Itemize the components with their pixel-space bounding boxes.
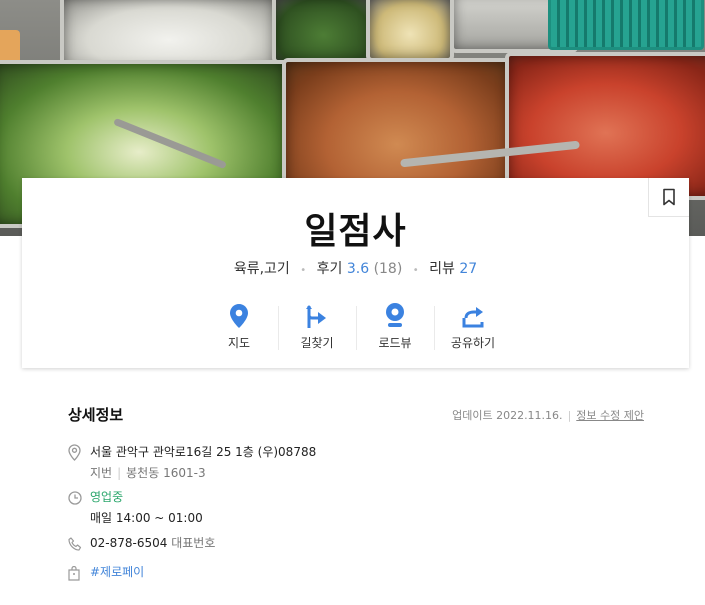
directions-icon xyxy=(306,305,326,328)
roadview-label: 로드뷰 xyxy=(378,336,412,350)
update-date: 업데이트 2022.11.16. xyxy=(452,409,563,422)
phone-label: 대표번호 xyxy=(171,536,216,550)
jibun-text: 봉천동 1601-3 xyxy=(126,466,206,480)
clock-icon xyxy=(68,491,82,505)
blog-review-label: 리뷰 xyxy=(429,261,455,277)
separator: | xyxy=(567,409,572,422)
map-label: 지도 xyxy=(227,336,251,350)
blog-review-count[interactable]: 27 xyxy=(459,261,477,277)
jibun-address: 지번 | 봉천동 1601-3 xyxy=(90,463,316,484)
rating-value[interactable]: 3.6 xyxy=(347,261,369,277)
open-status: 영업중 xyxy=(90,490,124,504)
update-info: 업데이트 2022.11.16. | 정보 수정 제안 xyxy=(452,407,644,423)
place-meta: 육류,고기 • 후기 3.6 (18) • 리뷰 27 xyxy=(22,258,689,278)
phone-number[interactable]: 02-878-6504 xyxy=(90,536,167,550)
roadview-icon xyxy=(386,303,404,327)
photo-tray xyxy=(366,0,454,62)
address-text[interactable]: 서울 관악구 관악로16길 25 1층 (우)08788 xyxy=(90,442,316,463)
place-summary-card: 일점사 육류,고기 • 후기 3.6 (18) • 리뷰 27 지도 길찾기 로… xyxy=(22,178,689,368)
map-button[interactable]: 지도 xyxy=(200,300,278,350)
share-icon xyxy=(462,307,484,328)
photo-tray xyxy=(272,0,375,64)
separator-dot: • xyxy=(300,265,307,276)
payment-row: #제로페이 xyxy=(68,562,144,585)
photo-basket xyxy=(548,0,704,50)
place-name: 일점사 xyxy=(304,211,407,252)
separator: | xyxy=(117,466,122,480)
detail-section: 상세정보 업데이트 2022.11.16. | 정보 수정 제안 서울 관악구 관악… xyxy=(68,404,648,581)
phone-icon xyxy=(68,537,82,551)
phone-row: 02-878-6504 대표번호 xyxy=(68,533,215,555)
place-category: 육류,고기 xyxy=(233,261,290,277)
rating-count: (18) xyxy=(373,261,403,277)
hours-row: 영업중 매일 14:00 ~ 01:00 xyxy=(68,487,203,529)
review-label: 후기 xyxy=(316,261,343,277)
zeropay-tag[interactable]: #제로페이 xyxy=(90,565,144,579)
share-button[interactable]: 공유하기 xyxy=(434,300,512,350)
separator-dot: • xyxy=(412,265,419,276)
map-pin-icon xyxy=(230,304,248,328)
tag-icon xyxy=(68,565,80,581)
address-row: 서울 관악구 관악로16길 25 1층 (우)08788 지번 | 봉천동 1601… xyxy=(68,442,316,484)
jibun-label: 지번 xyxy=(90,466,113,480)
directions-button[interactable]: 길찾기 xyxy=(278,300,356,350)
location-icon xyxy=(68,444,81,461)
share-label: 공유하기 xyxy=(450,336,496,350)
edit-suggestion-link[interactable]: 정보 수정 제안 xyxy=(576,409,644,422)
roadview-button[interactable]: 로드뷰 xyxy=(356,300,434,350)
directions-label: 길찾기 xyxy=(300,336,334,350)
action-bar: 지도 길찾기 로드뷰 공유하기 xyxy=(200,300,512,350)
business-hours[interactable]: 매일 14:00 ~ 01:00 xyxy=(90,508,203,529)
